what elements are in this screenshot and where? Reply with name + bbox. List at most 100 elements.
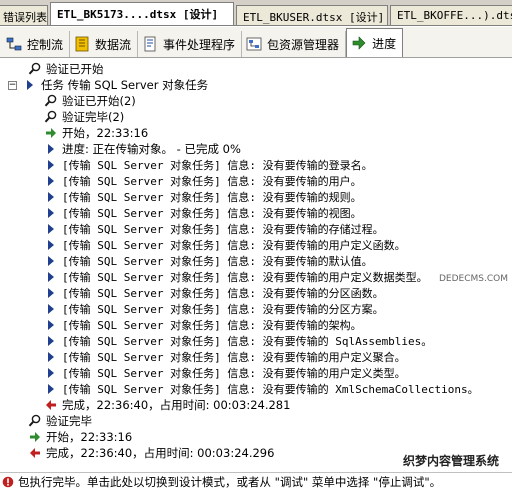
tree-row-info-message[interactable]: [传输 SQL Server 对象任务] 信息: 没有要传输的视图。	[44, 205, 362, 221]
info-arrow-icon	[44, 270, 58, 284]
tree-row-label: [传输 SQL Server 对象任务] 信息: 没有要传输的 XmlSchem…	[62, 383, 479, 396]
start-arrow-icon	[28, 430, 42, 444]
tree-row-label: [传输 SQL Server 对象任务] 信息: 没有要传输的 SqlAssem…	[62, 335, 433, 348]
tree-row-label: 验证已开始	[46, 62, 104, 76]
tree-row-label: 验证完毕	[46, 414, 92, 428]
info-arrow-icon	[44, 142, 58, 156]
tree-row-validation-started[interactable]: 验证已开始	[28, 61, 104, 77]
event-handler-icon	[142, 36, 158, 52]
tree-row-label: 验证已开始(2)	[62, 94, 136, 108]
info-arrow-icon	[44, 254, 58, 268]
tree-row-info-message[interactable]: [传输 SQL Server 对象任务] 信息: 没有要传输的用户定义类型。	[44, 365, 406, 381]
execution-status-bar[interactable]: 包执行完毕。单击此处以切换到设计模式，或者从 "调试" 菜单中选择 "停止调试"…	[0, 472, 512, 490]
watermark-small: DEDECMS.COM	[439, 274, 508, 284]
data-flow-icon	[74, 36, 90, 52]
search-icon	[28, 62, 42, 76]
tree-row-label: [传输 SQL Server 对象任务] 信息: 没有要传输的规则。	[62, 191, 362, 204]
info-arrow-icon	[44, 318, 58, 332]
progress-tree[interactable]: 验证已开始 − 任务 传输 SQL Server 对象任务 验证已开始(2) 验…	[0, 59, 512, 472]
tree-row-info-message[interactable]: [传输 SQL Server 对象任务] 信息: 没有要传输的默认值。	[44, 253, 373, 269]
tree-row-label: [传输 SQL Server 对象任务] 信息: 没有要传输的架构。	[62, 319, 362, 332]
tree-row-label: [传输 SQL Server 对象任务] 信息: 没有要传输的默认值。	[62, 255, 373, 268]
tree-row-info-message[interactable]: [传输 SQL Server 对象任务] 信息: 没有要传输的分区方案。	[44, 301, 384, 317]
tree-row-label: 完成，22:36:40，占用时间: 00:03:24.296	[46, 446, 275, 460]
tree-row-label: [传输 SQL Server 对象任务] 信息: 没有要传输的用户定义数据类型。	[62, 271, 428, 284]
tab-control-flow[interactable]: 控制流	[2, 31, 71, 57]
tree-row-label: [传输 SQL Server 对象任务] 信息: 没有要传输的用户定义类型。	[62, 367, 406, 380]
tree-row-label: 进度: 正在传输对象。 - 已完成 0%	[62, 142, 241, 156]
tree-row-label: [传输 SQL Server 对象任务] 信息: 没有要传输的分区方案。	[62, 303, 384, 316]
info-arrow-icon	[44, 334, 58, 348]
info-arrow-icon	[44, 206, 58, 220]
tree-row-info-message[interactable]: [传输 SQL Server 对象任务] 信息: 没有要传输的登录名。	[44, 157, 373, 173]
finish-arrow-icon	[44, 398, 58, 412]
info-arrow-icon	[44, 286, 58, 300]
tab-etl-bk5173-design[interactable]: ETL_BK5173....dtsx [设计]	[50, 2, 234, 25]
tree-row-info-message[interactable]: [传输 SQL Server 对象任务] 信息: 没有要传输的规则。	[44, 189, 362, 205]
info-arrow-icon	[44, 302, 58, 316]
control-flow-icon	[6, 36, 22, 52]
tree-row-info-message[interactable]: [传输 SQL Server 对象任务] 信息: 没有要传输的用户定义聚合。	[44, 349, 406, 365]
collapse-toggle[interactable]: −	[8, 80, 17, 90]
info-arrow-icon	[23, 78, 37, 92]
info-arrow-icon	[44, 222, 58, 236]
status-message[interactable]: 包执行完毕。单击此处以切换到设计模式，或者从 "调试" 菜单中选择 "停止调试"…	[18, 474, 441, 490]
tree-row-label: 完成，22:36:40，占用时间: 00:03:24.281	[62, 398, 291, 412]
tree-row-label: [传输 SQL Server 对象任务] 信息: 没有要传输的视图。	[62, 207, 362, 220]
tree-row-info-message[interactable]: [传输 SQL Server 对象任务] 信息: 没有要传输的架构。	[44, 317, 362, 333]
tab-control-flow-label: 控制流	[27, 37, 64, 52]
tree-row-info-message[interactable]: [传输 SQL Server 对象任务] 信息: 没有要传输的分区函数。	[44, 285, 384, 301]
tree-row-finish[interactable]: 完成，22:36:40，占用时间: 00:03:24.281	[44, 397, 290, 413]
tab-package-explorer-label: 包资源管理器	[267, 37, 340, 52]
tree-row-info-message[interactable]: [传输 SQL Server 对象任务] 信息: 没有要传输的用户定义函数。	[44, 237, 406, 253]
info-arrow-icon	[44, 158, 58, 172]
tab-progress[interactable]: 进度	[346, 28, 404, 57]
document-tab-strip: 错误列表 ETL_BK5173....dtsx [设计] ETL_BKUSER.…	[0, 0, 512, 26]
search-icon	[28, 414, 42, 428]
search-icon	[44, 94, 58, 108]
info-arrow-icon	[44, 190, 58, 204]
info-arrow-icon	[44, 350, 58, 364]
info-arrow-icon	[44, 174, 58, 188]
info-arrow-icon	[44, 382, 58, 396]
start-arrow-icon	[44, 126, 58, 140]
tab-error-list[interactable]: 错误列表	[0, 5, 48, 25]
tree-row-finish[interactable]: 完成，22:36:40，占用时间: 00:03:24.296	[28, 445, 274, 461]
info-icon	[1, 475, 15, 489]
designer-tab-bar: 控制流 数据流 事件处理程序 包资源管理器 进度	[0, 27, 512, 58]
tree-row-task-transfer-sql-server-objects[interactable]: − 任务 传输 SQL Server 对象任务	[8, 77, 208, 93]
tree-row-validation-complete[interactable]: 验证完毕	[28, 413, 92, 429]
package-explorer-icon	[246, 36, 262, 52]
tree-row-validation-started-2[interactable]: 验证已开始(2)	[44, 93, 136, 109]
tree-row-label: [传输 SQL Server 对象任务] 信息: 没有要传输的用户定义聚合。	[62, 351, 406, 364]
info-arrow-icon	[44, 238, 58, 252]
tree-row-label: [传输 SQL Server 对象任务] 信息: 没有要传输的用户定义函数。	[62, 239, 406, 252]
tree-row-label: [传输 SQL Server 对象任务] 信息: 没有要传输的存储过程。	[62, 223, 384, 236]
tree-row-info-message[interactable]: [传输 SQL Server 对象任务] 信息: 没有要传输的用户定义数据类型。	[44, 269, 428, 285]
tab-event-handlers[interactable]: 事件处理程序	[138, 31, 243, 57]
tree-row-validation-complete-2[interactable]: 验证完毕(2)	[44, 109, 124, 125]
tab-data-flow-label: 数据流	[95, 37, 132, 52]
tree-row-label: [传输 SQL Server 对象任务] 信息: 没有要传输的用户。	[62, 175, 362, 188]
tab-package-explorer[interactable]: 包资源管理器	[242, 31, 347, 57]
tab-data-flow[interactable]: 数据流	[70, 31, 139, 57]
finish-arrow-icon	[28, 446, 42, 460]
tree-row-start[interactable]: 开始，22:33:16	[44, 125, 148, 141]
tree-row-label: 开始，22:33:16	[62, 126, 149, 140]
tree-row-info-message[interactable]: [传输 SQL Server 对象任务] 信息: 没有要传输的 SqlAssem…	[44, 333, 432, 349]
progress-arrow-icon	[351, 35, 367, 51]
tree-row-progress[interactable]: 进度: 正在传输对象。 - 已完成 0%	[44, 141, 241, 157]
tree-row-label: 任务 传输 SQL Server 对象任务	[41, 78, 209, 92]
tab-progress-label: 进度	[372, 36, 397, 51]
tree-row-info-message[interactable]: [传输 SQL Server 对象任务] 信息: 没有要传输的存储过程。	[44, 221, 384, 237]
tab-event-handlers-label: 事件处理程序	[163, 37, 236, 52]
tree-row-info-message[interactable]: [传输 SQL Server 对象任务] 信息: 没有要传输的 XmlSchem…	[44, 381, 479, 397]
tab-etl-bkuser-design[interactable]: ETL_BKUSER.dtsx [设计]	[236, 5, 388, 25]
tree-row-label: 开始，22:33:16	[46, 430, 133, 444]
tree-row-start[interactable]: 开始，22:33:16	[28, 429, 132, 445]
tree-row-label: [传输 SQL Server 对象任务] 信息: 没有要传输的分区函数。	[62, 287, 384, 300]
tree-row-label: [传输 SQL Server 对象任务] 信息: 没有要传输的登录名。	[62, 159, 373, 172]
tab-etl-bkoffe[interactable]: ETL_BKOFFE...).dtsx	[390, 5, 512, 25]
tree-row-info-message[interactable]: [传输 SQL Server 对象任务] 信息: 没有要传输的用户。	[44, 173, 362, 189]
search-icon	[44, 110, 58, 124]
